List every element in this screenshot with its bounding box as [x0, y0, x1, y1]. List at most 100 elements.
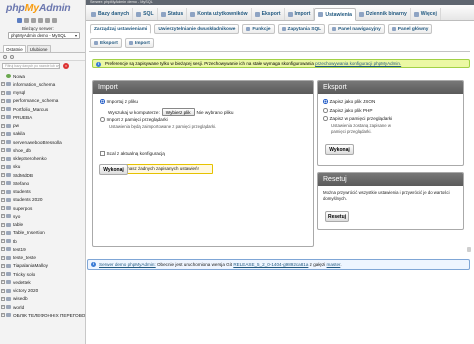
- settings-icon[interactable]: [45, 18, 50, 23]
- expand-icon[interactable]: +: [1, 296, 5, 301]
- phpmyadmin-logo[interactable]: phpMyAdmin: [6, 2, 71, 14]
- database-item[interactable]: + victory 2020: [1, 287, 85, 295]
- subtab-sql-queries[interactable]: Zapytania SQL: [277, 24, 326, 34]
- subtab-import[interactable]: Import: [124, 38, 154, 48]
- expand-icon[interactable]: +: [1, 272, 5, 277]
- database-name[interactable]: TiapalaniaMalloy: [13, 263, 48, 268]
- tab-more[interactable]: Więcej: [411, 8, 441, 20]
- tab-import[interactable]: Import: [285, 8, 315, 20]
- export-go-button[interactable]: Wykonaj: [325, 144, 354, 155]
- radio-export-json[interactable]: [323, 99, 328, 104]
- database-name[interactable]: teste_teste: [13, 255, 36, 260]
- export-storage-option[interactable]: Zapisz w pamięci przeglądarki: [323, 116, 392, 121]
- expand-icon[interactable]: +: [1, 123, 5, 128]
- subtab-main-panel[interactable]: Panel główny: [387, 24, 433, 34]
- database-item[interactable]: + TiapalaniaMalloy: [1, 262, 85, 270]
- radio-export-storage[interactable]: [323, 116, 328, 121]
- expand-icon[interactable]: +: [1, 247, 5, 252]
- expand-icon[interactable]: +: [1, 173, 5, 178]
- database-name[interactable]: table: [13, 222, 23, 227]
- database-item[interactable]: + Tricky solo: [1, 270, 85, 278]
- expand-icon[interactable]: +: [1, 222, 5, 227]
- database-item[interactable]: + tb: [1, 237, 85, 245]
- expand-icon[interactable]: +: [1, 305, 5, 310]
- database-name[interactable]: information_schema: [13, 82, 55, 87]
- database-item[interactable]: + Table_Insertion: [1, 229, 85, 237]
- expand-icon[interactable]: +: [1, 230, 5, 235]
- database-name[interactable]: sakila: [13, 131, 25, 136]
- database-name[interactable]: vedettek: [13, 280, 31, 285]
- subtab-navigation-panel[interactable]: Panel nawigacyjny: [328, 24, 385, 34]
- subtab-two-factor[interactable]: Uwierzytelnianie dwuskładnikowe: [154, 24, 240, 34]
- server-select[interactable]: phpMyAdmin demo - MySQL ▾: [8, 32, 80, 39]
- subtab-features[interactable]: Funkcje: [242, 24, 275, 34]
- database-item[interactable]: + vedettek: [1, 278, 85, 286]
- expand-icon[interactable]: +: [1, 181, 5, 186]
- tab-databases[interactable]: Bazy danych: [88, 8, 134, 20]
- database-item[interactable]: + PRUEBA: [1, 113, 85, 121]
- database-filter-input[interactable]: Filtruj bazy danych po nazwie lub wyraże…: [2, 63, 60, 69]
- database-name[interactable]: Tricky solo: [13, 272, 35, 277]
- choose-file-button[interactable]: Wybierz plik: [161, 108, 195, 116]
- database-name[interactable]: Nowa: [13, 74, 25, 79]
- database-item[interactable]: + syo: [1, 212, 85, 220]
- database-item[interactable]: + performance_schema: [1, 97, 85, 105]
- database-name[interactable]: performance_schema: [13, 98, 58, 103]
- database-name[interactable]: syo: [13, 214, 20, 219]
- demo-server-link[interactable]: Serwer demo phpMyAdmin:: [99, 262, 156, 267]
- tab-sql[interactable]: SQL: [133, 8, 158, 20]
- help-icon[interactable]: [31, 18, 36, 23]
- config-storage-link[interactable]: przechowywania konfiguracji phpMyAdmin.: [315, 61, 401, 66]
- database-item[interactable]: + serveruwebooBressolla: [1, 138, 85, 146]
- database-item[interactable]: + world: [1, 303, 85, 311]
- expand-icon[interactable]: +: [1, 263, 5, 268]
- expand-icon[interactable]: +: [1, 197, 5, 202]
- expand-icon[interactable]: +: [1, 90, 5, 95]
- docs-icon[interactable]: [38, 18, 43, 23]
- expand-icon[interactable]: +: [1, 239, 5, 244]
- collapse-all-icon[interactable]: [3, 55, 7, 59]
- database-item[interactable]: + ОБЛІК ТЕЛЕФОННІХ ПЕРЕГОВОРІВ: [1, 311, 85, 319]
- tab-export[interactable]: Eksport: [252, 8, 285, 20]
- database-name[interactable]: Table_Insertion: [13, 230, 45, 235]
- reload-icon[interactable]: [52, 18, 57, 23]
- reset-button[interactable]: Resetuj: [325, 211, 349, 222]
- export-php-option[interactable]: Zapisz jako plik PHP: [323, 108, 372, 113]
- database-name[interactable]: superpos: [13, 206, 32, 211]
- expand-icon[interactable]: +: [1, 148, 5, 153]
- database-name[interactable]: serveruwebooBressolla: [13, 140, 62, 145]
- database-item[interactable]: + test19: [1, 245, 85, 253]
- database-item[interactable]: + table: [1, 221, 85, 229]
- expand-icon[interactable]: +: [1, 98, 5, 103]
- database-name[interactable]: sku: [13, 164, 20, 169]
- expand-icon[interactable]: +: [1, 107, 5, 112]
- database-name[interactable]: StdMdDB: [13, 173, 33, 178]
- import-from-storage-option[interactable]: Import z pamięci przeglądarki: [100, 117, 168, 122]
- expand-icon[interactable]: +: [1, 206, 5, 211]
- database-item[interactable]: + wisedb: [1, 295, 85, 303]
- database-name[interactable]: pw: [13, 123, 19, 128]
- link-icon[interactable]: [10, 55, 14, 59]
- radio-import-storage[interactable]: [100, 117, 105, 122]
- expand-icon[interactable]: +: [1, 255, 5, 260]
- database-item[interactable]: + students 2020: [1, 196, 85, 204]
- database-item[interactable]: + sklepSerohenko: [1, 155, 85, 163]
- tab-binary-log[interactable]: Dziennik binarny: [356, 8, 411, 20]
- database-name[interactable]: world: [13, 305, 24, 310]
- expand-icon[interactable]: +: [1, 131, 5, 136]
- export-json-option[interactable]: Zapisz jako plik JSON: [323, 99, 375, 104]
- spacer-icon[interactable]: [1, 74, 5, 78]
- expand-icon[interactable]: +: [1, 140, 5, 145]
- expand-icon[interactable]: +: [1, 280, 5, 285]
- database-name[interactable]: test19: [13, 247, 26, 252]
- database-item[interactable]: + superpos: [1, 204, 85, 212]
- expand-icon[interactable]: +: [1, 313, 5, 318]
- database-item[interactable]: + Portfolio_Marcus: [1, 105, 85, 113]
- database-name[interactable]: ОБЛІК ТЕЛЕФОННІХ ПЕРЕГОВОРІВ: [13, 313, 85, 318]
- database-name[interactable]: Portfolio_Marcus: [13, 107, 48, 112]
- database-item[interactable]: + information_schema: [1, 80, 85, 88]
- database-name[interactable]: Stefano: [13, 181, 29, 186]
- expand-icon[interactable]: +: [1, 156, 5, 161]
- database-name[interactable]: wisedb: [13, 296, 28, 301]
- expand-icon[interactable]: +: [1, 115, 5, 120]
